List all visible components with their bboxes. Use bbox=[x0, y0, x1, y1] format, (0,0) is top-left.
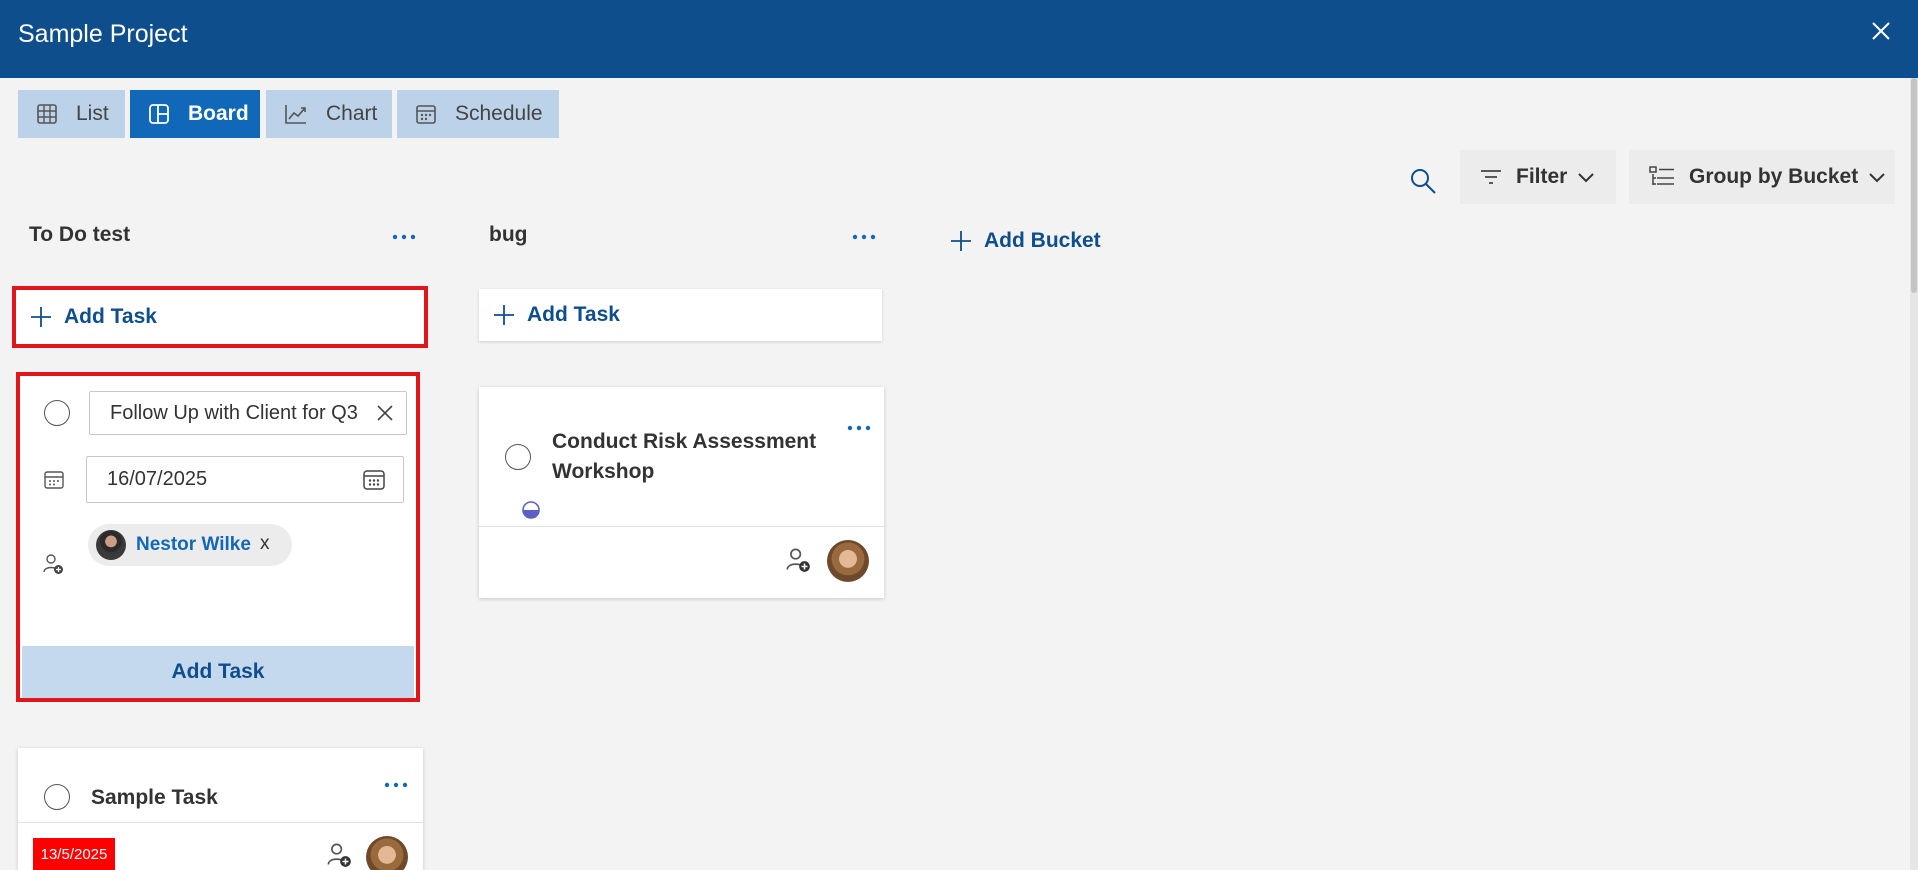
task-title: Sample Task bbox=[91, 786, 218, 809]
calendar-icon bbox=[416, 105, 436, 124]
add-bucket-label: Add Bucket bbox=[984, 229, 1101, 252]
assign-user-icon[interactable] bbox=[785, 547, 811, 573]
chevron-down-icon bbox=[1869, 173, 1885, 183]
more-options-icon[interactable] bbox=[846, 423, 872, 433]
chevron-down-icon bbox=[1578, 173, 1595, 183]
task-card[interactable]: Sample Task 13/5/2025 bbox=[18, 748, 423, 870]
page-scrollbar[interactable] bbox=[1910, 78, 1918, 870]
assign-user-icon[interactable] bbox=[42, 553, 64, 575]
tab-board-label: Board bbox=[188, 102, 249, 125]
card-divider bbox=[18, 822, 423, 823]
complete-circle-icon[interactable] bbox=[44, 400, 70, 426]
assignee-name: Nestor Wilke bbox=[136, 534, 251, 555]
tab-schedule[interactable]: Schedule bbox=[397, 90, 559, 138]
close-icon[interactable] bbox=[1866, 16, 1896, 46]
card-divider bbox=[479, 526, 884, 527]
filter-label: Filter bbox=[1516, 165, 1568, 188]
assignee-chip: Nestor Wilke x bbox=[88, 524, 292, 566]
avatar[interactable] bbox=[827, 540, 869, 582]
assign-user-icon[interactable] bbox=[326, 842, 352, 868]
scrollbar-thumb[interactable] bbox=[1911, 78, 1917, 293]
due-date-value: 16/07/2025 bbox=[107, 468, 208, 490]
tab-board[interactable]: Board bbox=[130, 90, 260, 138]
task-card[interactable]: Conduct Risk Assessment Workshop bbox=[479, 387, 884, 598]
plus-icon bbox=[951, 231, 971, 251]
submit-add-task-button[interactable]: Add Task bbox=[22, 646, 414, 698]
task-title: Conduct Risk Assessment Workshop bbox=[552, 430, 817, 483]
group-by-button[interactable]: Group by Bucket bbox=[1629, 150, 1895, 204]
tab-chart-label: Chart bbox=[326, 102, 378, 125]
more-options-icon[interactable] bbox=[383, 780, 409, 790]
add-task-label: Add Task bbox=[527, 303, 620, 326]
more-options-icon[interactable] bbox=[851, 232, 877, 242]
search-icon[interactable] bbox=[1408, 166, 1438, 196]
progress-half-icon bbox=[522, 501, 540, 519]
tab-chart[interactable]: Chart bbox=[266, 90, 392, 138]
bucket-title-bug[interactable]: bug bbox=[489, 223, 527, 247]
filter-icon bbox=[1481, 170, 1501, 184]
task-name-input[interactable]: Follow Up with Client for Q3 bbox=[89, 391, 407, 435]
new-task-form: Follow Up with Client for Q3 16/07/2025 … bbox=[16, 372, 420, 702]
tab-list-label: List bbox=[76, 102, 109, 125]
more-options-icon[interactable] bbox=[391, 232, 417, 242]
window-title: Sample Project bbox=[18, 20, 188, 48]
tab-list[interactable]: List bbox=[18, 90, 125, 138]
plus-icon bbox=[494, 305, 514, 325]
add-bucket-button[interactable]: Add Bucket bbox=[950, 225, 1101, 257]
due-date-badge: 13/5/2025 bbox=[33, 838, 115, 870]
add-task-button-todo[interactable]: Add Task bbox=[12, 286, 428, 348]
avatar bbox=[96, 530, 126, 560]
complete-circle-icon[interactable] bbox=[505, 444, 531, 470]
board-icon bbox=[149, 104, 169, 124]
filter-button[interactable]: Filter bbox=[1460, 150, 1616, 204]
clear-icon[interactable] bbox=[376, 404, 394, 422]
due-date-input[interactable]: 16/07/2025 bbox=[86, 456, 404, 503]
plus-icon bbox=[31, 307, 51, 327]
avatar[interactable] bbox=[366, 836, 408, 870]
title-bar: Sample Project bbox=[0, 0, 1918, 78]
group-by-label: Group by Bucket bbox=[1689, 165, 1859, 188]
remove-assignee-button[interactable]: x bbox=[260, 533, 270, 555]
complete-circle-icon[interactable] bbox=[44, 784, 70, 810]
task-name-value: Follow Up with Client for Q3 bbox=[110, 401, 358, 424]
add-task-button-bug[interactable]: Add Task bbox=[479, 289, 882, 341]
chart-icon bbox=[285, 105, 306, 124]
add-task-label: Add Task bbox=[64, 305, 157, 328]
bucket-title-todo[interactable]: To Do test bbox=[29, 223, 130, 247]
grid-icon bbox=[37, 104, 57, 124]
date-picker-icon[interactable] bbox=[363, 469, 385, 491]
group-list-icon bbox=[1649, 166, 1674, 185]
calendar-icon bbox=[44, 471, 64, 489]
tab-schedule-label: Schedule bbox=[455, 102, 543, 125]
